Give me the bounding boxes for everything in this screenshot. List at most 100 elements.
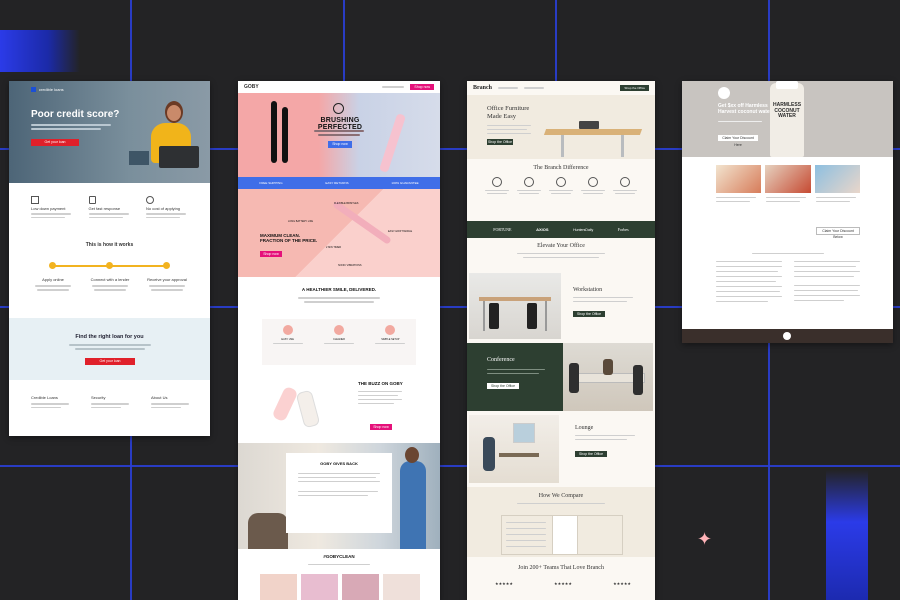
hero: Office Furniture Made Easy Shop the Offi… xyxy=(467,95,655,159)
feature-item: Get fast response xyxy=(88,196,134,226)
step-dot xyxy=(163,262,170,269)
section-title: The Branch Difference xyxy=(533,165,589,171)
step-label: Receive your approval xyxy=(147,277,187,282)
hero-title: Get $xx off Harmless Harvest coconut wat… xyxy=(718,103,772,115)
feature-callout: EASY-GRIP HANDLE xyxy=(388,230,413,233)
benefit-cards: EASY USE CLEANER SIMPLE SETUP xyxy=(262,319,416,365)
footer-heading: Credible Loans xyxy=(31,395,58,400)
hero-title: BRUSHING PERFECTED xyxy=(317,117,363,131)
hero-title: Office Furniture Made Easy xyxy=(487,105,530,120)
step-dot xyxy=(106,262,113,269)
star-icon: ★★★★★ xyxy=(613,581,631,586)
sub-cta-button[interactable]: Claim Your Discount Below xyxy=(816,227,860,239)
benefit-label: SIMPLE SETUP xyxy=(381,338,400,341)
feature-callout: FLEXIBLE BRISTLES xyxy=(334,202,359,205)
section-title: How We Compare xyxy=(538,493,584,499)
benefit-icon xyxy=(282,325,293,335)
section-title: Find the right loan for you xyxy=(75,334,144,340)
desk-image xyxy=(543,121,643,157)
nav-shop-button[interactable]: Shop the Office xyxy=(620,85,649,91)
feature-headline: MAXIMUM CLEAN. FRACTION OF THE PRICE. xyxy=(260,233,318,243)
footer: Credible Loans Security About Us xyxy=(31,395,196,408)
credit-landing-page[interactable]: credible loans Poor credit score? Get yo… xyxy=(9,81,210,436)
hero-cta-button[interactable]: Shop the Office xyxy=(487,139,513,145)
brand-name: credible loans xyxy=(39,87,64,92)
logo: credible loans xyxy=(31,87,64,92)
branch-landing-page[interactable]: Branch Shop the Office Office Furniture … xyxy=(467,81,655,600)
hero: Get $xx off Harmless Harvest coconut wat… xyxy=(682,81,893,157)
lounge-photo xyxy=(469,415,559,483)
conference-panel: Conference Shop the Office xyxy=(467,343,563,411)
band-item: 100% GUARANTEE xyxy=(391,181,419,185)
bottle-label: HARMLESS COCONUT WATER xyxy=(772,102,802,119)
smile-icon xyxy=(333,103,344,114)
hero-cta-button[interactable]: Claim Your Discount Here xyxy=(718,135,758,147)
footer-heading: Security xyxy=(91,395,106,400)
conference-cta-button[interactable]: Shop the Office xyxy=(487,383,519,389)
find-loan-button[interactable]: Get your loan xyxy=(85,358,135,365)
section-heading: Lounge xyxy=(575,425,594,431)
nav-bar: Branch Shop the Office xyxy=(467,81,655,95)
find-loan-section: Find the right loan for you Get your loa… xyxy=(9,318,210,380)
coconut-water-email[interactable]: Get $xx off Harmless Harvest coconut wat… xyxy=(682,81,893,343)
hero: BRUSHING PERFECTED Shop now xyxy=(238,93,440,177)
feature-callout: LONG BATTERY LIFE xyxy=(288,220,314,223)
hero-cta-button[interactable]: Shop now xyxy=(328,141,352,148)
benefit-label: CLEANER xyxy=(333,338,345,341)
product-grid xyxy=(716,165,860,193)
compare-section: How We Compare xyxy=(467,487,655,557)
feature-callout: 2 MIN TIMER xyxy=(326,246,342,249)
press-logo: AXIOS xyxy=(536,227,549,232)
step-label: Connect with a lender xyxy=(90,277,130,282)
article-columns xyxy=(716,261,860,321)
star-icon: ★★★★★ xyxy=(495,581,513,586)
difference-icons xyxy=(483,177,639,195)
toothbrush-image xyxy=(271,101,277,163)
sparkle-icon: ✦ xyxy=(697,529,713,549)
feature-label: No cost of applying xyxy=(146,206,181,211)
feature-callout: SONIC VIBRATIONS xyxy=(338,264,362,267)
buzz-cta-button[interactable]: Shop now xyxy=(370,424,392,430)
workstation-cta-button[interactable]: Shop the Office xyxy=(573,311,605,317)
section-title: Elevate Your Office xyxy=(537,243,585,249)
feature-item: Low down payment xyxy=(31,196,76,226)
section-title: Join 200+ Teams That Love Branch xyxy=(518,565,604,571)
grid-line xyxy=(0,465,900,467)
hero-cta-button[interactable]: Get your loan xyxy=(31,139,79,146)
benefit-band: FREE SHIPPING EASY RETURNS 100% GUARANTE… xyxy=(238,177,440,189)
benefit-label: EASY USE xyxy=(281,338,294,341)
chair-icon xyxy=(556,177,566,187)
feature-label: Get fast response xyxy=(88,206,121,211)
truck-icon xyxy=(492,177,502,187)
goby-landing-page[interactable]: GOBY Shop now BRUSHING PERFECTED Shop no… xyxy=(238,81,440,600)
brush-head-image xyxy=(268,377,328,437)
section-title: THE BUZZ ON GOBY xyxy=(358,381,403,386)
box-icon xyxy=(588,177,598,187)
logo: GOBY xyxy=(244,84,259,90)
gives-back-card: GOBY GIVES BACK xyxy=(286,453,392,533)
star-icon xyxy=(620,177,630,187)
hero-title: Poor credit score? xyxy=(31,109,120,120)
person-photo xyxy=(129,91,209,183)
coin-icon xyxy=(146,196,154,204)
section-title: This is how it works xyxy=(85,242,134,248)
brand-badge-icon xyxy=(783,332,791,340)
feature-cta-button[interactable]: Shop now xyxy=(260,251,282,257)
toothbrush-image xyxy=(378,113,407,173)
nav-shop-button[interactable]: Shop now xyxy=(410,84,434,90)
press-band: FORTUNE AXIOS HuntersDaily Forbes xyxy=(467,221,655,238)
logo-icon xyxy=(31,87,36,92)
step-label: Apply online xyxy=(42,277,64,282)
hero-text xyxy=(31,124,111,126)
section-heading: Conference xyxy=(487,357,515,363)
background-glow xyxy=(826,470,868,600)
step-dot xyxy=(49,262,56,269)
star-icon: ★★★★★ xyxy=(554,581,572,586)
tool-icon xyxy=(524,177,534,187)
hourglass-icon xyxy=(88,196,96,204)
lounge-cta-button[interactable]: Shop the Office xyxy=(575,451,607,457)
section-heading: Workstation xyxy=(573,287,603,293)
benefit-icon xyxy=(385,325,396,335)
bottle-image: HARMLESS COCONUT WATER xyxy=(770,81,804,157)
brand-badge-icon xyxy=(718,87,730,99)
